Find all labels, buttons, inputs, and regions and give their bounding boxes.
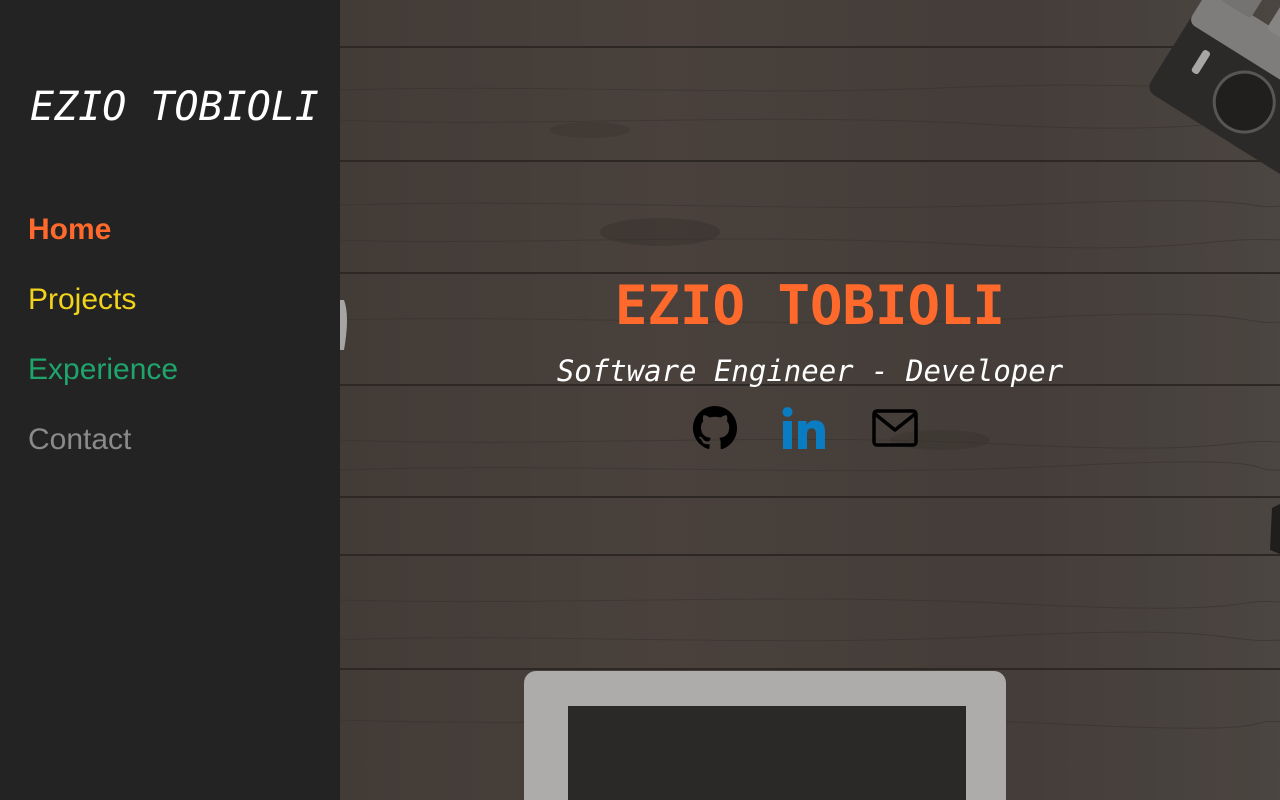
linkedin-link[interactable]	[781, 404, 829, 452]
email-link[interactable]	[871, 404, 919, 452]
nav-item-projects[interactable]: Projects	[28, 278, 178, 348]
sidebar-brand[interactable]: EZIO TOBIOLI	[30, 84, 319, 130]
sidebar: EZIO TOBIOLI Home Projects Experience Co…	[0, 0, 340, 800]
sidebar-nav: Home Projects Experience Contact	[28, 208, 178, 488]
linkedin-icon	[782, 407, 825, 449]
hero-subtitle: Software Engineer - Developer	[556, 354, 1064, 388]
hero-title: EZIO TOBIOLI	[614, 274, 1006, 337]
github-link[interactable]	[691, 404, 739, 452]
wood-desk-background	[340, 0, 1280, 800]
mail-icon	[872, 409, 918, 447]
nav-item-experience[interactable]: Experience	[28, 348, 178, 418]
hero-section: EZIO TOBIOLI Software Engineer - Develop…	[340, 0, 1280, 800]
github-icon	[692, 405, 738, 450]
nav-item-contact[interactable]: Contact	[28, 418, 178, 488]
social-links	[691, 404, 919, 452]
nav-item-home[interactable]: Home	[28, 208, 178, 278]
